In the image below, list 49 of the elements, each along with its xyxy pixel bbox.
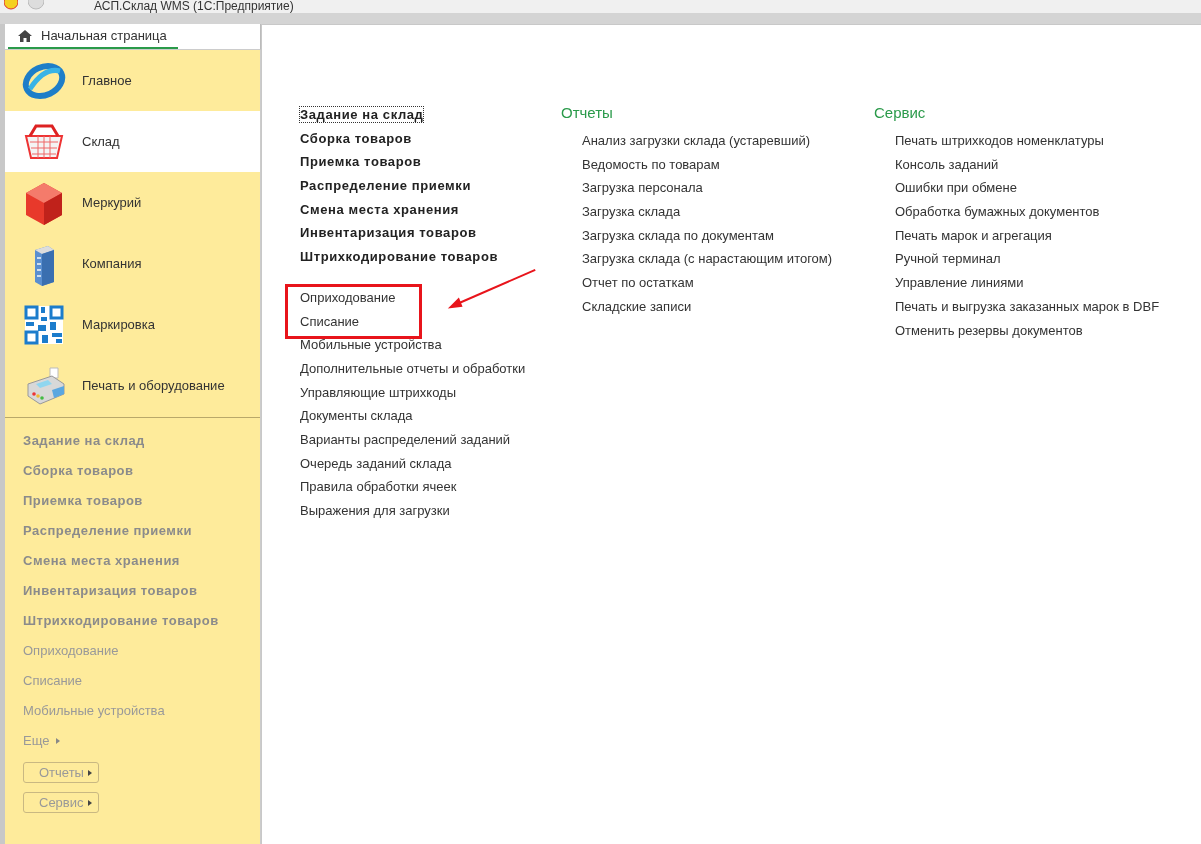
report-link[interactable]: Отчет по остаткам [561, 274, 873, 298]
section-item[interactable]: Маркировка [5, 294, 260, 355]
command-link[interactable]: Штрихкодирование товаров [300, 248, 560, 272]
menu-button-icon[interactable] [28, 0, 44, 10]
group-heading: Отчеты [561, 104, 614, 123]
command-link[interactable]: Сборка товаров [300, 129, 560, 154]
report-link[interactable]: Ошибки при обмене [874, 179, 1186, 204]
report-link[interactable]: Загрузка склада по документам [561, 226, 873, 251]
command-link[interactable]: Управляющие штрихкоды [300, 383, 560, 408]
section-item[interactable]: Печать и оборудование [5, 355, 260, 416]
caret-icon [87, 769, 92, 776]
command-link[interactable]: Задание на склад [300, 106, 560, 130]
group-heading: Сервис [874, 104, 927, 123]
report-link[interactable]: Ведомость по товарам [561, 155, 873, 180]
command-link[interactable]: Приемка товаров [300, 153, 560, 178]
window-title: АСП.Склад WMS (1С:Предприятие) [94, 0, 294, 13]
command-link[interactable]: Мобильные устройства [300, 336, 560, 360]
section-item[interactable]: Компания [5, 233, 260, 294]
report-link[interactable]: Загрузка склада [561, 203, 873, 227]
command-link[interactable]: Смена места хранения [300, 200, 560, 225]
command-link[interactable]: Дополнительные отчеты и обработки [300, 359, 560, 384]
report-link[interactable]: Отменить резервы документов [874, 321, 1186, 346]
command-link[interactable]: Инвентаризация товаров [300, 224, 560, 249]
command-link[interactable]: Списание [300, 312, 560, 337]
home-icon [18, 29, 32, 42]
caret-icon [56, 738, 61, 744]
report-link[interactable]: Ручной терминал [874, 250, 1186, 275]
command-link[interactable]: Выражения для загрузки [300, 502, 560, 526]
command-link[interactable]: Правила обработки ячеек [300, 478, 560, 502]
report-link[interactable]: Анализ загрузки склада (устаревший) [561, 132, 873, 156]
report-link[interactable]: Консоль заданий [874, 155, 1186, 180]
section-item[interactable]: Меркурий [5, 172, 260, 233]
app-logo-icon [4, 0, 18, 10]
report-link[interactable]: Печать штрихкодов номенклатуры [874, 132, 1186, 156]
command-link[interactable]: Очередь заданий склада [300, 454, 560, 479]
report-link[interactable]: Загрузка склада (с нарастающим итогом) [561, 250, 873, 275]
report-link[interactable]: Загрузка персонала [561, 179, 873, 204]
report-link[interactable]: Печать марок и агрегация [874, 226, 1186, 251]
report-link[interactable]: Печать и выгрузка заказанных марок в DBF [874, 297, 1186, 322]
report-link[interactable]: Складские записи [561, 297, 873, 322]
command-link[interactable]: Документы склада [300, 407, 560, 431]
command-link[interactable]: Распределение приемки [300, 177, 560, 201]
report-link[interactable]: Управление линиями [874, 274, 1186, 298]
report-link[interactable]: Обработка бумажных документов [874, 203, 1186, 227]
caret-icon [87, 799, 92, 806]
section-item[interactable]: Склад [5, 111, 260, 172]
command-link[interactable]: Оприходование [300, 288, 560, 313]
section-item[interactable]: Главное [5, 50, 260, 111]
command-link[interactable]: Варианты распределений заданий [300, 430, 560, 455]
